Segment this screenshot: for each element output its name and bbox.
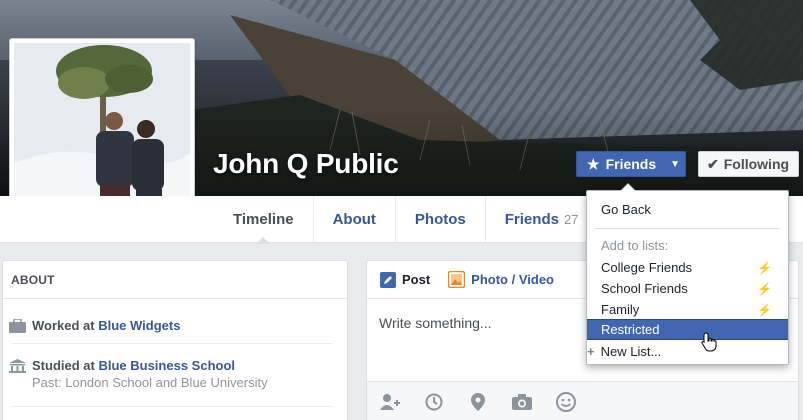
composer-toolbar xyxy=(367,381,798,420)
profile-tabs: Timeline About Photos Friends 27 xyxy=(214,196,598,244)
friends-button[interactable]: ★ Friends ▼ xyxy=(576,151,686,177)
tab-timeline-label: Timeline xyxy=(233,211,294,228)
lightning-icon: ⚡ xyxy=(757,281,772,296)
composer-input[interactable]: Write something... xyxy=(379,315,492,331)
menu-item-family[interactable]: Family ⚡ xyxy=(587,299,788,320)
briefcase-icon xyxy=(9,319,26,333)
following-button-label: Following xyxy=(723,156,790,172)
tab-photos-label: Photos xyxy=(414,211,466,228)
tab-friends[interactable]: Friends 27 xyxy=(486,196,598,243)
about-heading: ABOUT xyxy=(3,261,347,299)
profile-photo xyxy=(14,43,190,219)
about-study-block: Studied at Blue Business School Past: Lo… xyxy=(32,357,268,391)
tab-friends-label: Friends xyxy=(504,211,559,228)
school-icon xyxy=(9,359,26,373)
study-org-link[interactable]: Blue Business School xyxy=(98,358,235,373)
about-work-text: Worked at Blue Widgets xyxy=(32,317,180,334)
menu-item-family-label: Family xyxy=(601,302,640,317)
composer-tab-photo-video[interactable]: Photo / Video xyxy=(448,271,554,288)
smiley-icon[interactable] xyxy=(556,391,576,412)
hand-cursor-icon xyxy=(701,332,717,352)
tab-about[interactable]: About xyxy=(314,196,396,243)
study-past: Past: London School and Blue University xyxy=(32,375,268,390)
add-to-lists-label: Add to lists: xyxy=(601,238,669,253)
friends-button-label: Friends xyxy=(605,156,657,172)
clock-icon[interactable] xyxy=(424,392,444,412)
menu-separator xyxy=(595,228,780,229)
menu-item-college-friends[interactable]: College Friends ⚡ xyxy=(587,257,788,278)
plus-icon: + xyxy=(587,344,595,359)
photo-icon xyxy=(448,271,466,288)
composer-tab-post-label: Post xyxy=(402,272,431,287)
composer-tab-photo-label: Photo / Video xyxy=(471,272,554,287)
work-org-link[interactable]: Blue Widgets xyxy=(98,318,180,333)
composer-tab-post[interactable]: Post xyxy=(380,271,431,288)
menu-item-school-friends-label: School Friends xyxy=(601,281,688,296)
menu-item-school-friends[interactable]: School Friends ⚡ xyxy=(587,278,788,299)
divider xyxy=(11,343,333,344)
menu-item-new-list-label: New List... xyxy=(600,344,662,359)
friends-dropdown-menu: Go Back Add to lists: College Friends ⚡ … xyxy=(586,183,789,365)
study-prefix: Studied at xyxy=(32,358,95,373)
menu-item-college-friends-label: College Friends xyxy=(601,260,693,275)
work-prefix: Worked at xyxy=(32,318,95,333)
tag-friends-icon[interactable] xyxy=(380,392,400,412)
pencil-icon xyxy=(380,271,396,288)
tab-about-label: About xyxy=(332,211,376,228)
menu-item-restricted-label: Restricted xyxy=(601,322,660,337)
tab-timeline[interactable]: Timeline xyxy=(214,196,314,244)
camera-icon[interactable] xyxy=(512,392,532,412)
about-work-row: Worked at Blue Widgets xyxy=(3,317,347,334)
location-pin-icon[interactable] xyxy=(468,392,488,412)
about-study-row: Studied at Blue Business School Past: Lo… xyxy=(3,357,347,391)
menu-item-go-back[interactable]: Go Back xyxy=(587,199,788,220)
caret-down-icon: ▼ xyxy=(670,158,681,170)
menu-item-new-list[interactable]: + New List... xyxy=(587,341,788,362)
tab-photos[interactable]: Photos xyxy=(396,196,486,243)
following-button[interactable]: ✔ Following xyxy=(698,151,799,177)
lightning-icon: ⚡ xyxy=(757,260,772,275)
checkmark-icon: ✔ xyxy=(707,155,719,172)
star-icon: ★ xyxy=(587,155,600,172)
profile-name: John Q Public xyxy=(213,148,399,179)
menu-item-go-back-label: Go Back xyxy=(601,202,651,217)
friends-count: 27 xyxy=(563,212,579,227)
divider xyxy=(11,406,333,407)
about-panel: ABOUT Worked at Blue Widgets Studied at … xyxy=(2,260,348,420)
lightning-icon: ⚡ xyxy=(757,302,772,317)
about-study-text: Studied at Blue Business School xyxy=(32,357,268,374)
menu-item-restricted[interactable]: Restricted xyxy=(587,319,788,340)
